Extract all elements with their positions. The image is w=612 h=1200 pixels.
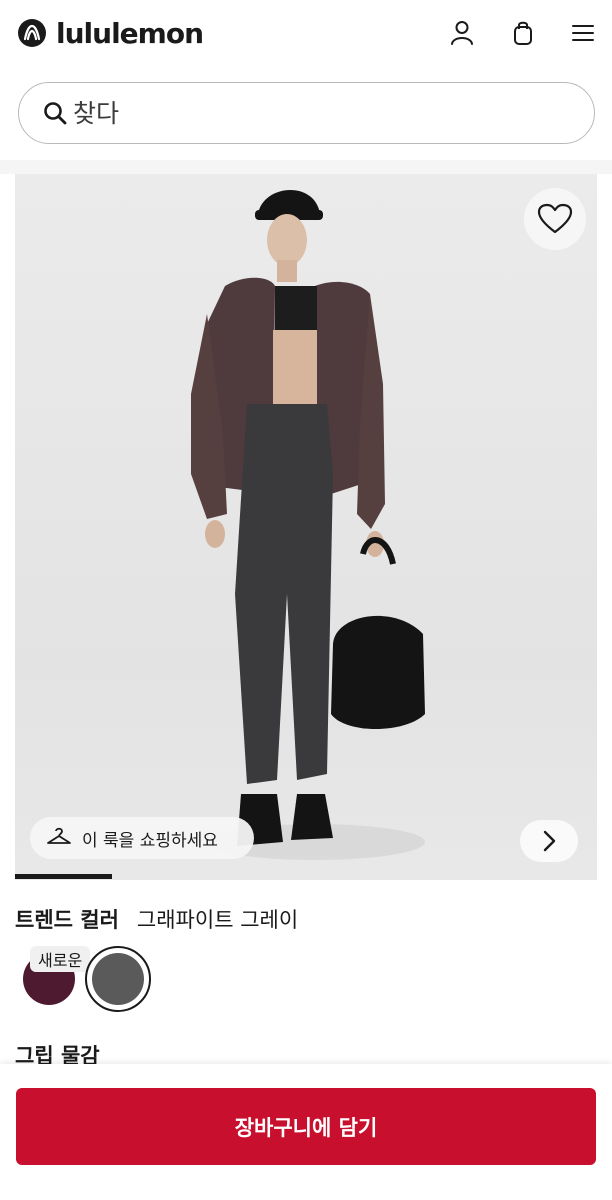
hanger-icon: [46, 826, 72, 850]
next-image-button[interactable]: [520, 820, 578, 862]
color-selection-header: 트렌드 컬러 그래파이트 그레이: [15, 904, 298, 932]
selected-color-name: 그래파이트 그레이: [136, 908, 299, 932]
brand-logo[interactable]: lululemon: [18, 16, 204, 50]
shop-the-look-button[interactable]: 이 룩을 쇼핑하세요: [30, 817, 254, 859]
menu-icon[interactable]: [568, 18, 598, 48]
top-header: lululemon: [0, 0, 612, 68]
shopping-bag-icon[interactable]: [508, 18, 538, 48]
color-swatch-graphite-grey[interactable]: [92, 953, 144, 1005]
model-photo: [191, 189, 425, 860]
brand-name: lululemon: [56, 16, 204, 50]
shop-the-look-label: 이 룩을 쇼핑하세요: [82, 830, 218, 851]
product-image[interactable]: [15, 174, 597, 880]
wishlist-button[interactable]: [524, 188, 586, 250]
search-bar[interactable]: [18, 82, 595, 144]
lululemon-logo-icon: [18, 19, 46, 47]
heart-icon: [537, 203, 573, 234]
carousel-progress-bar: [15, 874, 112, 879]
add-to-cart-button[interactable]: 장바구니에 담기: [16, 1088, 596, 1165]
section-divider: [0, 160, 612, 174]
chevron-right-icon: [543, 830, 556, 852]
color-label: 트렌드 컬러: [15, 908, 119, 932]
search-input[interactable]: [73, 98, 553, 128]
user-icon[interactable]: [447, 18, 477, 48]
search-icon: [43, 101, 67, 125]
new-badge: 새로운: [30, 946, 91, 972]
